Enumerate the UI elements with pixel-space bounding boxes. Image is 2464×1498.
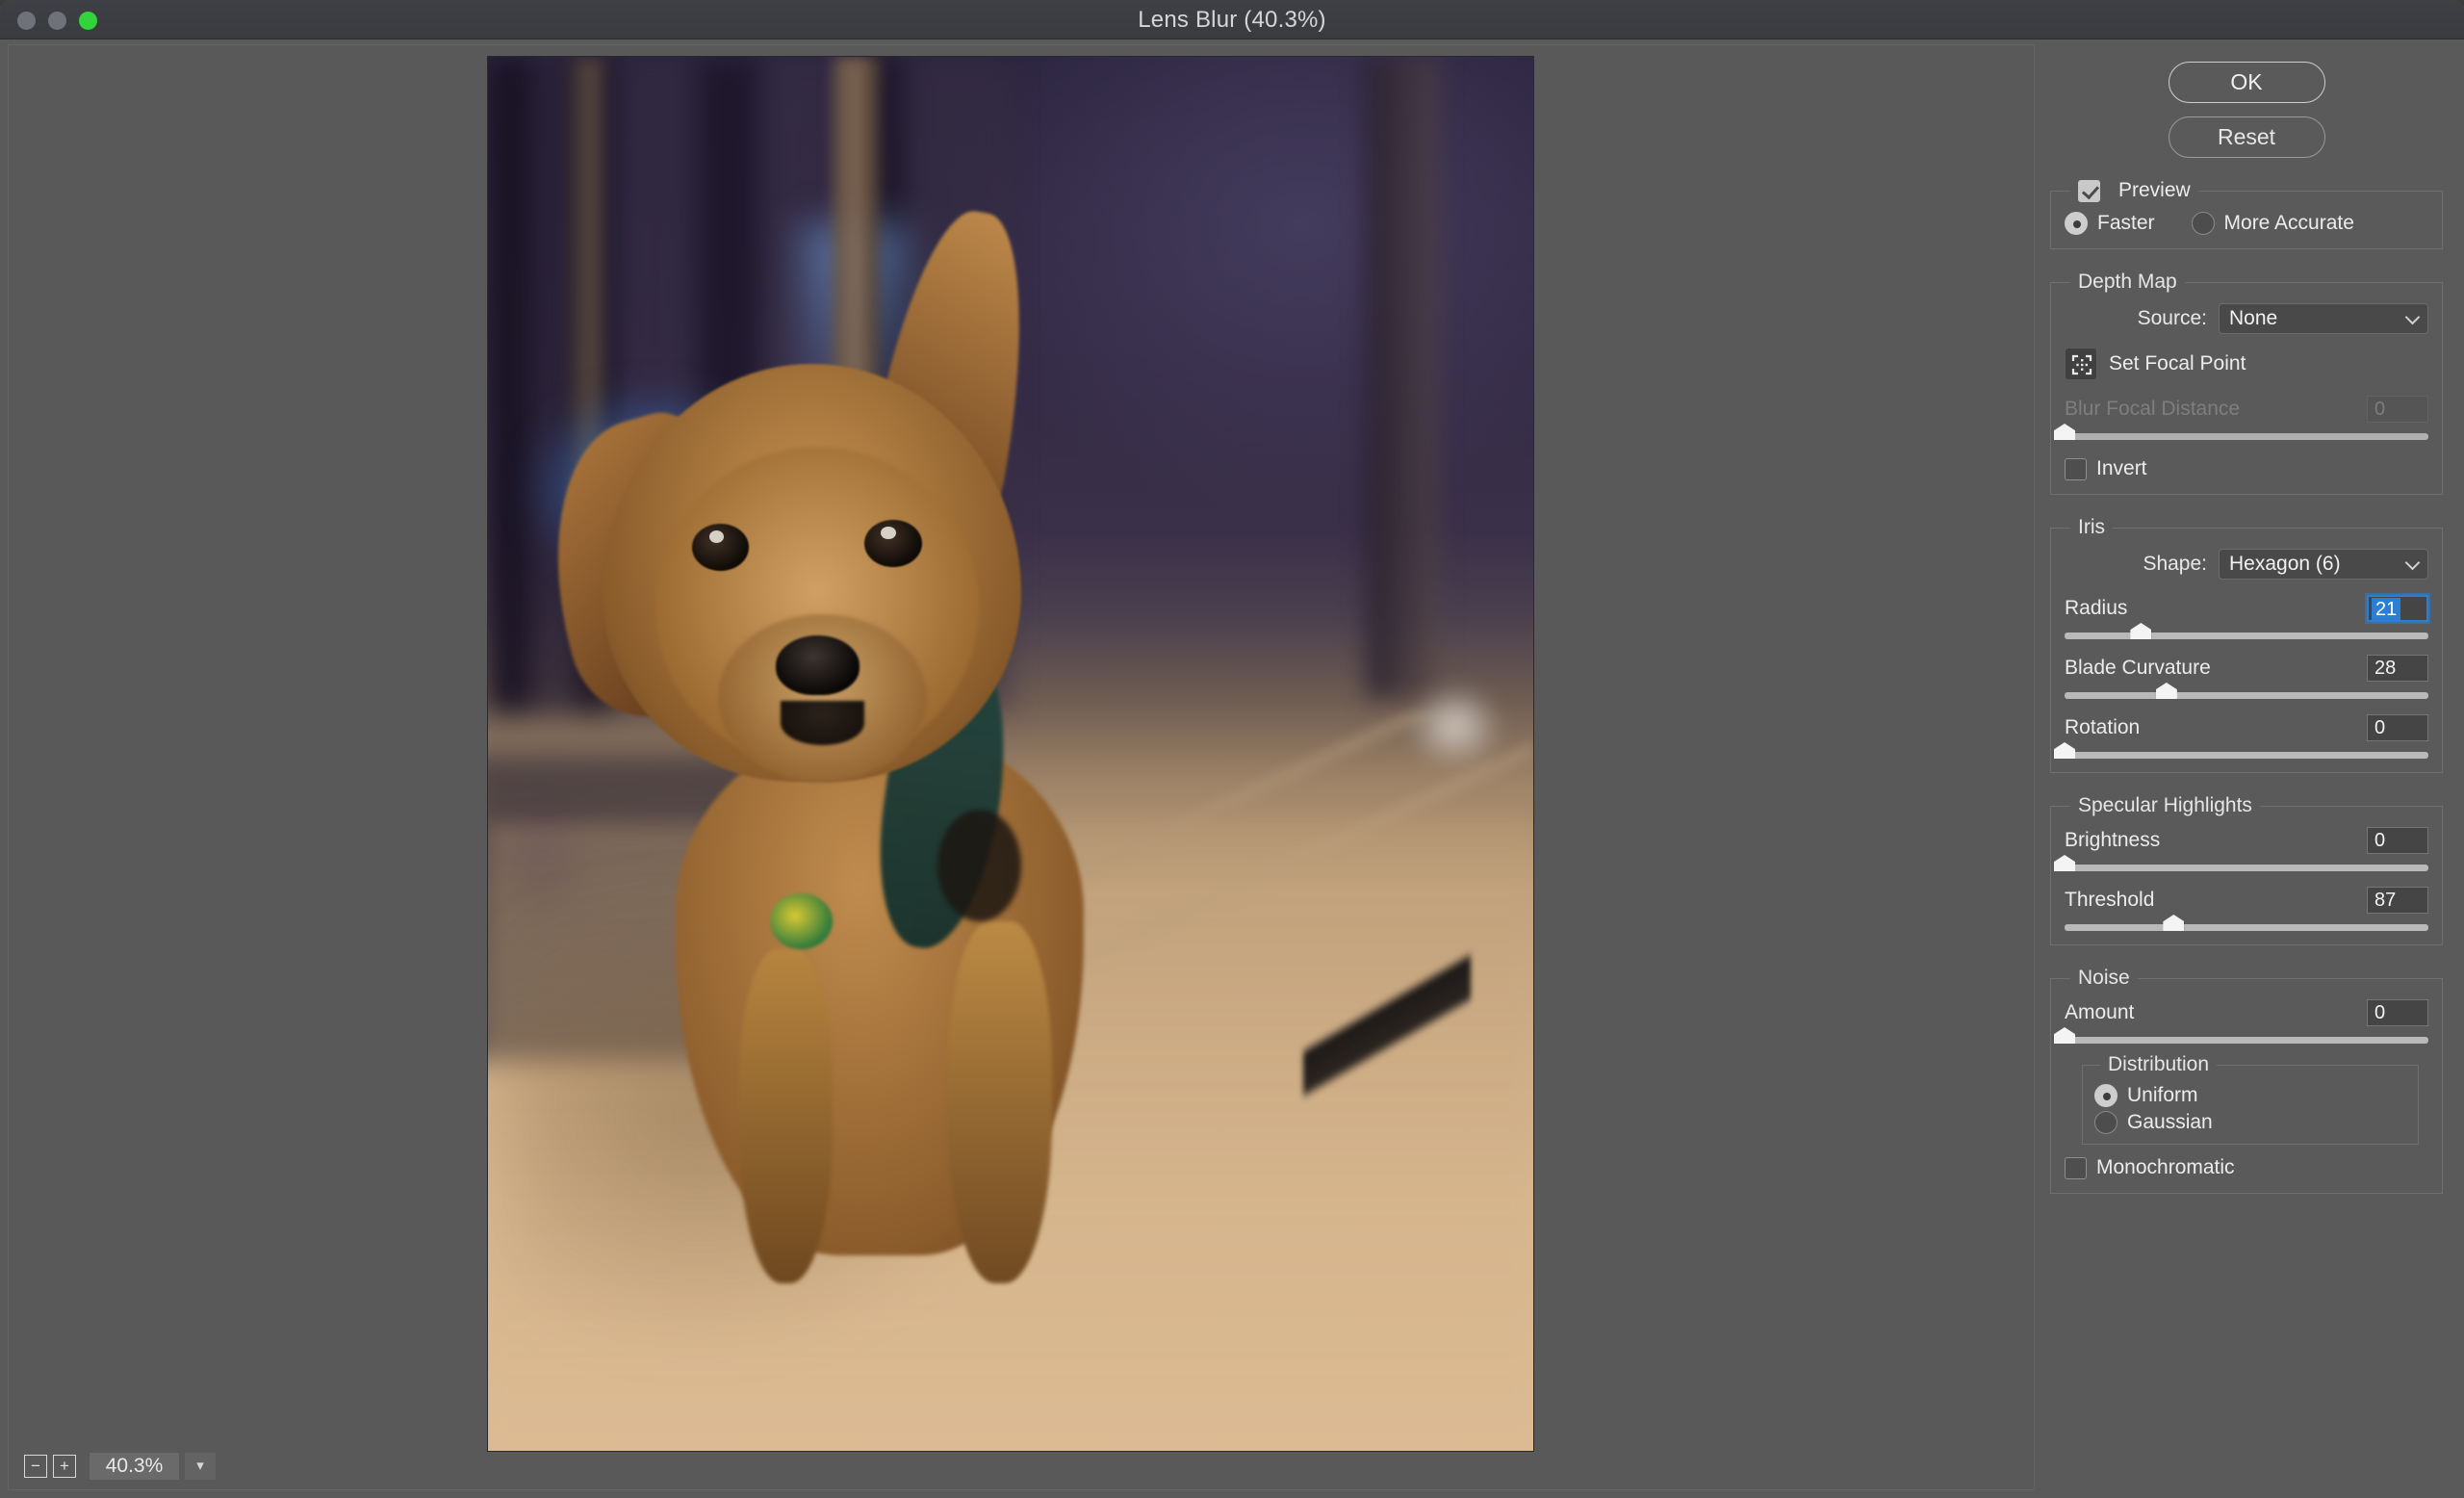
reset-button[interactable]: Reset xyxy=(2168,116,2325,158)
depth-source-label: Source: xyxy=(2137,307,2207,329)
radius-input-value: 21 xyxy=(2372,598,2401,621)
radius-slider[interactable] xyxy=(2065,623,2428,639)
noise-amount-row: Amount 0 xyxy=(2065,999,2428,1026)
preview-checkbox[interactable] xyxy=(2078,179,2100,202)
noise-group: Noise Amount 0 Distribution Uniform Gaus… xyxy=(2050,967,2443,1194)
depth-source-value: None xyxy=(2229,307,2278,329)
distribution-uniform-row: Uniform xyxy=(2094,1084,2406,1107)
focal-point-target-icon[interactable] xyxy=(2065,348,2097,380)
brightness-slider[interactable] xyxy=(2054,855,2428,871)
chevron-down-icon[interactable]: ▾ xyxy=(185,1453,216,1480)
noise-amount-input[interactable]: 0 xyxy=(2367,999,2428,1026)
radius-input[interactable]: 21 xyxy=(2367,595,2428,622)
invert-row: Invert xyxy=(2065,457,2428,480)
blur-focal-distance-slider[interactable] xyxy=(2054,424,2428,440)
depth-map-legend: Depth Map xyxy=(2078,271,2177,293)
distribution-group: Distribution Uniform Gaussian xyxy=(2082,1053,2419,1145)
threshold-row: Threshold 87 xyxy=(2065,887,2428,914)
depth-map-group: Depth Map Source: None Set Focal Point B… xyxy=(2050,271,2443,495)
radio-more-accurate[interactable] xyxy=(2191,212,2215,235)
threshold-input[interactable]: 87 xyxy=(2367,887,2428,914)
radio-more-accurate-label: More Accurate xyxy=(2223,212,2354,234)
set-focal-point-label: Set Focal Point xyxy=(2109,352,2246,374)
monochromatic-label: Monochromatic xyxy=(2096,1156,2235,1178)
window-title: Lens Blur (40.3%) xyxy=(1138,7,1326,33)
zoom-in-button[interactable]: + xyxy=(53,1455,76,1478)
threshold-label: Threshold xyxy=(2065,889,2155,911)
preview-legend: Preview xyxy=(2070,179,2198,202)
iris-legend: Iris xyxy=(2078,516,2105,538)
brightness-label: Brightness xyxy=(2065,829,2161,851)
monochromatic-row: Monochromatic xyxy=(2065,1156,2428,1179)
radio-uniform-label: Uniform xyxy=(2127,1084,2198,1106)
dog-subject xyxy=(488,57,1533,1451)
iris-shape-value: Hexagon (6) xyxy=(2229,553,2341,575)
rotation-row: Rotation 0 xyxy=(2065,714,2428,741)
slider-thumb[interactable] xyxy=(2155,683,2177,699)
invert-label: Invert xyxy=(2096,457,2147,479)
blur-focal-distance-input[interactable]: 0 xyxy=(2367,396,2428,423)
rotation-input[interactable]: 0 xyxy=(2367,714,2428,741)
chevron-down-icon xyxy=(2404,309,2421,325)
brightness-input[interactable]: 0 xyxy=(2367,827,2428,854)
slider-thumb[interactable] xyxy=(2054,424,2075,440)
iris-shape-select[interactable]: Hexagon (6) xyxy=(2219,549,2428,580)
radio-faster-label: Faster xyxy=(2097,212,2155,234)
radio-gaussian[interactable] xyxy=(2094,1111,2118,1134)
slider-thumb[interactable] xyxy=(2163,915,2185,931)
blur-focal-distance-label: Blur Focal Distance xyxy=(2065,398,2241,420)
invert-checkbox[interactable] xyxy=(2065,457,2087,480)
rotation-slider[interactable] xyxy=(2054,742,2428,759)
distribution-gaussian-row: Gaussian xyxy=(2094,1111,2406,1134)
depth-source-row: Source: None xyxy=(2065,303,2428,334)
iris-shape-row: Shape: Hexagon (6) xyxy=(2065,549,2428,580)
canvas-panel[interactable]: − + 40.3% ▾ xyxy=(8,44,2035,1490)
blade-curvature-label: Blade Curvature xyxy=(2065,657,2211,679)
zoom-toolbar: − + 40.3% ▾ xyxy=(24,1453,216,1480)
zoom-level-value[interactable]: 40.3% xyxy=(90,1453,179,1480)
specular-highlights-group: Specular Highlights Brightness 0 Thresho… xyxy=(2050,794,2443,945)
ok-button[interactable]: OK xyxy=(2168,62,2325,103)
threshold-slider[interactable] xyxy=(2065,915,2428,931)
lens-blur-dialog: Lens Blur (40.3%) − + 40.3% ▾ OK Reset P… xyxy=(0,0,2464,1498)
radius-row: Radius 21 xyxy=(2065,595,2428,622)
blade-curvature-input[interactable]: 28 xyxy=(2367,655,2428,682)
radio-faster[interactable] xyxy=(2065,212,2088,235)
preview-quality-row: Faster More Accurate xyxy=(2065,212,2428,235)
window-titlebar: Lens Blur (40.3%) xyxy=(0,0,2464,39)
depth-source-select[interactable]: None xyxy=(2219,303,2428,334)
radio-gaussian-label: Gaussian xyxy=(2127,1111,2213,1133)
chevron-down-icon xyxy=(2404,555,2421,571)
controls-panel: OK Reset Preview Faster More Accurate De… xyxy=(2044,44,2449,1490)
blur-focal-distance-row: Blur Focal Distance 0 xyxy=(2065,396,2428,423)
preview-group: Preview Faster More Accurate xyxy=(2050,179,2443,249)
noise-amount-slider[interactable] xyxy=(2054,1027,2428,1044)
iris-group: Iris Shape: Hexagon (6) Radius 21 Blade … xyxy=(2050,516,2443,773)
noise-legend: Noise xyxy=(2078,967,2130,989)
blade-curvature-slider[interactable] xyxy=(2065,683,2428,699)
preview-photo xyxy=(488,57,1533,1451)
rotation-label: Rotation xyxy=(2065,716,2141,738)
brightness-row: Brightness 0 xyxy=(2065,827,2428,854)
slider-thumb[interactable] xyxy=(2130,623,2152,639)
distribution-legend: Distribution xyxy=(2108,1053,2210,1075)
image-preview[interactable] xyxy=(487,56,1534,1452)
monochromatic-checkbox[interactable] xyxy=(2065,1156,2087,1179)
zoom-out-button[interactable]: − xyxy=(24,1455,47,1478)
set-focal-point-row[interactable]: Set Focal Point xyxy=(2065,348,2428,380)
blade-curvature-row: Blade Curvature 28 xyxy=(2065,655,2428,682)
noise-amount-label: Amount xyxy=(2065,1001,2135,1023)
preview-label: Preview xyxy=(2118,179,2191,201)
slider-thumb[interactable] xyxy=(2054,742,2075,759)
radius-label: Radius xyxy=(2065,597,2128,619)
slider-thumb[interactable] xyxy=(2054,855,2075,871)
slider-thumb[interactable] xyxy=(2054,1027,2075,1044)
specular-highlights-legend: Specular Highlights xyxy=(2078,794,2252,816)
radio-uniform[interactable] xyxy=(2094,1084,2118,1107)
iris-shape-label: Shape: xyxy=(2143,553,2207,575)
